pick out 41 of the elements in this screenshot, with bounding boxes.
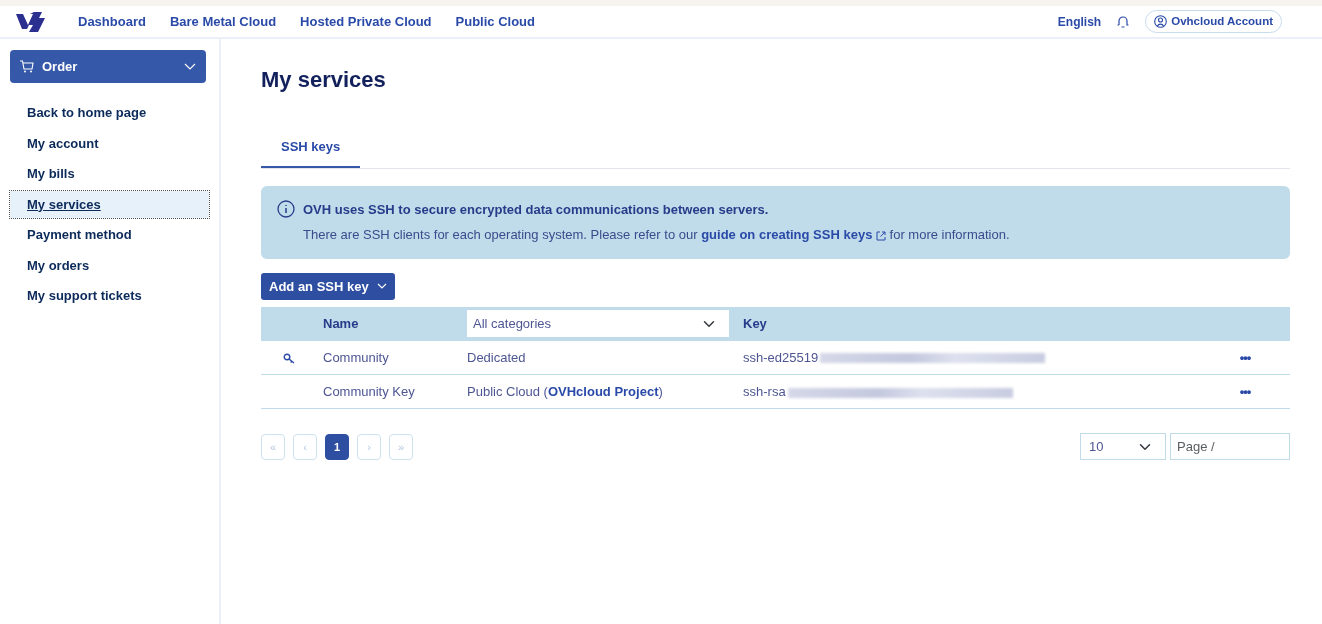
more-actions-button[interactable]: ••• — [1239, 384, 1251, 400]
nav-link[interactable]: Public Cloud — [455, 11, 535, 32]
category-text: Public Cloud (OVHcloud Project) — [467, 384, 663, 400]
order-button[interactable]: Order — [10, 50, 206, 83]
sidebar-item[interactable]: My services — [10, 190, 209, 218]
info-icon — [277, 199, 295, 218]
bell-icon[interactable] — [1117, 15, 1130, 28]
key-text: ssh-ed25519 — [743, 349, 819, 365]
sidebar-item[interactable]: Back to home page — [10, 99, 209, 127]
nav-link[interactable]: Hosted Private Cloud — [300, 11, 432, 32]
category-text: Dedicated — [467, 349, 526, 365]
category-filter[interactable]: All categories — [467, 310, 729, 338]
guide-link[interactable]: guide on creating SSH keys — [701, 227, 886, 243]
info-title: OVH uses SSH to secure encrypted data communications between servers. — [303, 200, 770, 219]
page-size-select[interactable]: 10 — [1080, 433, 1166, 461]
name-text: Community — [323, 349, 389, 365]
page-title: My services — [261, 67, 387, 94]
tab[interactable]: SSH keys — [261, 130, 361, 168]
sidebar-item[interactable]: My bills — [10, 160, 209, 188]
external-link-icon — [875, 230, 886, 241]
info-text: There are SSH clients for each operating system. Please refer to our guide on creating SSH keys for more information. — [303, 226, 1010, 245]
sidebar-item[interactable]: My account — [10, 129, 209, 157]
chevron-down-icon — [184, 63, 196, 70]
column-header: Name — [323, 316, 359, 332]
chevron-down-icon — [376, 283, 387, 290]
nav-link[interactable]: Dashboard — [78, 11, 146, 32]
nav-link[interactable]: Bare Metal Cloud — [169, 11, 277, 32]
account-button[interactable]: Ovhcloud Account — [1145, 9, 1282, 34]
column-header: Key — [743, 316, 767, 332]
cart-icon — [20, 60, 34, 73]
sidebar-item[interactable]: My orders — [10, 251, 209, 279]
sidebar-item[interactable]: Payment method — [10, 221, 209, 249]
user-icon — [1154, 15, 1168, 28]
language-link[interactable]: English — [1057, 12, 1102, 31]
key-text: ssh-rsa — [743, 384, 786, 400]
name-text: Community Key — [323, 384, 415, 400]
add-ssh-key-button[interactable]: Add an SSH key — [261, 272, 395, 300]
page-input[interactable]: Page / — [1170, 433, 1290, 461]
more-actions-button[interactable]: ••• — [1239, 349, 1251, 365]
page-button[interactable]: 1 — [325, 433, 349, 460]
sidebar-item[interactable]: My support tickets — [10, 282, 209, 310]
